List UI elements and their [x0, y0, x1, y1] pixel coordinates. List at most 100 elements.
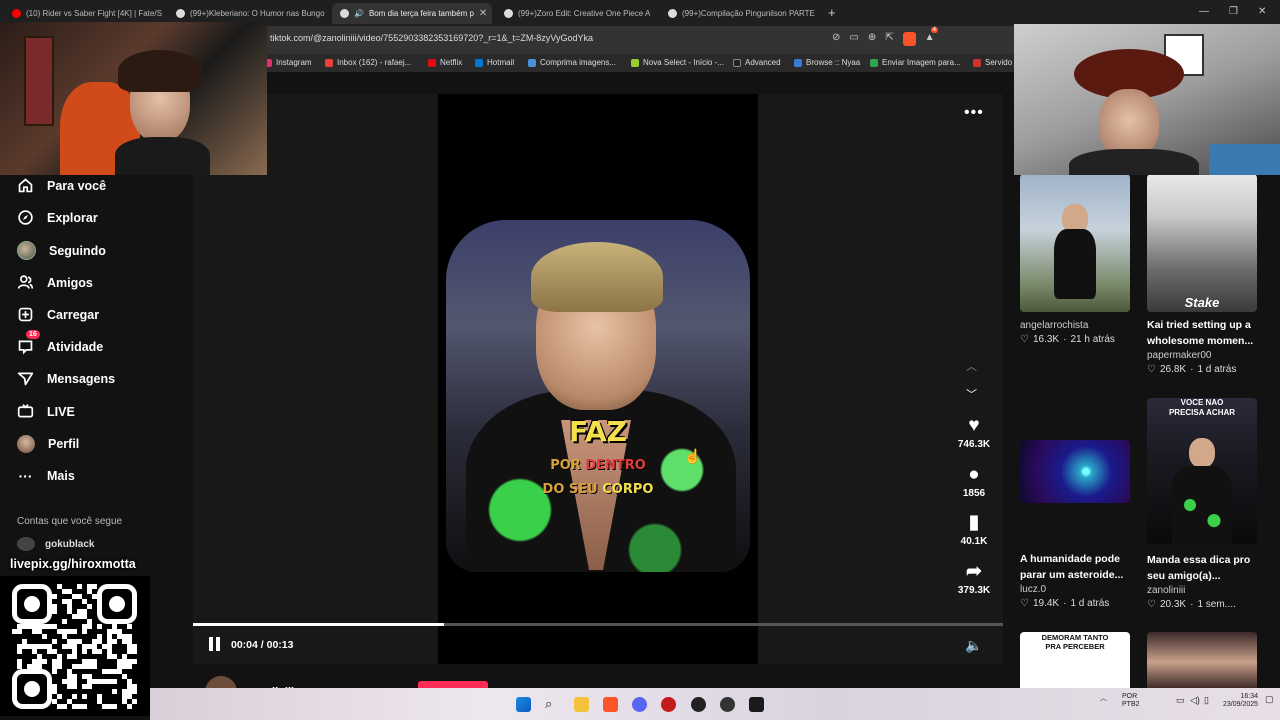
- video-frame[interactable]: FAZ POR DENTRO DO SEU CORPO: [446, 220, 750, 572]
- qr-module: [57, 654, 62, 659]
- browser-tab-active[interactable]: 🔊 Bom dia terça feira também p ✕: [332, 3, 492, 24]
- qr-module: [27, 644, 32, 649]
- sidebar-item-live[interactable]: LIVE: [17, 403, 75, 420]
- bookmark[interactable]: Servido: [973, 58, 1012, 67]
- suggested-video[interactable]: DEMORAM TANTO PRA PERCEBER: [1020, 632, 1130, 692]
- brave-shield-icon[interactable]: [902, 32, 916, 46]
- rewards-icon[interactable]: ▲ 4: [925, 27, 938, 46]
- volume-tray-icon[interactable]: ◁): [1190, 696, 1200, 705]
- notification-icon[interactable]: ▢: [1265, 695, 1274, 704]
- discord-icon[interactable]: [632, 697, 647, 712]
- sidebar-item-perfil[interactable]: Perfil: [17, 435, 79, 453]
- bookmark[interactable]: Advanced: [733, 58, 781, 67]
- new-tab-button[interactable]: +: [828, 5, 836, 20]
- language-indicator[interactable]: POR PTB2: [1122, 693, 1140, 709]
- sidebar-item-carregar[interactable]: Carregar: [17, 306, 99, 323]
- more-options-icon[interactable]: •••: [964, 104, 984, 122]
- sidebar-item-para-voce[interactable]: Para você: [17, 177, 106, 194]
- suggested-video-user: papermaker00: [1147, 350, 1212, 361]
- close-window-icon[interactable]: ✕: [1258, 6, 1266, 17]
- cast-icon[interactable]: ▭: [849, 32, 858, 46]
- compress-icon: [528, 58, 536, 67]
- qr-module: [62, 634, 67, 639]
- qr-module: [57, 694, 62, 699]
- volume-icon[interactable]: 🔈: [965, 637, 982, 654]
- browser-tab[interactable]: (99+)Kleberiano: O Humor nas Bungo: [168, 3, 332, 24]
- likes: 20.3K: [1159, 599, 1187, 610]
- comment-button[interactable]: ● 1856: [950, 464, 998, 499]
- sidebar-item-mais[interactable]: ··· Mais: [17, 467, 75, 484]
- bookmark[interactable]: Instagram: [264, 58, 312, 67]
- network-icon[interactable]: ▭: [1176, 696, 1185, 705]
- suggested-video[interactable]: [1147, 632, 1257, 692]
- qr-module: [122, 674, 127, 679]
- browser-tab[interactable]: (99+)Zoro Edit: Creative One Piece A: [496, 3, 660, 24]
- qr-module: [57, 659, 62, 664]
- qr-module: [92, 594, 97, 599]
- qr-module: [57, 584, 62, 589]
- bookmark[interactable]: Browse :: Nyaa: [794, 58, 860, 67]
- sidebar-item-amigos[interactable]: Amigos: [17, 274, 93, 291]
- bookmark[interactable]: Comprima imagens...: [528, 58, 616, 67]
- app-icon[interactable]: [720, 697, 735, 712]
- qr-module: [52, 649, 57, 654]
- qr-module: [117, 669, 122, 674]
- sidebar-item-atividade[interactable]: 16 Atividade: [17, 330, 103, 355]
- like-count: 746.3K: [957, 439, 991, 450]
- bookmark[interactable]: Netflix: [428, 58, 462, 67]
- browser-tab[interactable]: (99+)Compilação Pingunilson PARTE: [660, 3, 818, 24]
- sidebar-item-explorar[interactable]: Explorar: [17, 209, 98, 226]
- like-button[interactable]: ♥ 746.3K: [950, 415, 998, 450]
- bookmark[interactable]: Nova Select - Início -...: [631, 58, 724, 67]
- terminal-icon[interactable]: [749, 697, 764, 712]
- obs-icon[interactable]: [691, 697, 706, 712]
- share-button[interactable]: ➦ 379.3K: [950, 561, 998, 596]
- suggested-video[interactable]: A humanidade pode parar um asteroide... …: [1020, 440, 1130, 611]
- chevron-up-icon[interactable]: ︿: [966, 358, 977, 374]
- qr-module: [72, 649, 77, 654]
- qr-module: [112, 704, 117, 709]
- file-explorer-icon[interactable]: [574, 697, 589, 712]
- qr-module: [107, 679, 112, 684]
- bookmark-label: Advanced: [745, 58, 781, 67]
- restore-icon[interactable]: ❐: [1229, 6, 1238, 17]
- suggested-video[interactable]: angelarrochista ♡ 16.3K · 21 h atrás: [1020, 174, 1130, 347]
- bookmark[interactable]: Inbox (162) - rafaej...: [325, 58, 411, 67]
- media-icon[interactable]: ⊘: [832, 32, 840, 46]
- bookmark[interactable]: Enviar Imagem para...: [870, 58, 961, 67]
- sidebar-item-seguindo[interactable]: Seguindo: [17, 241, 106, 260]
- video-progress-bar[interactable]: [193, 623, 1003, 626]
- more-icon: ···: [18, 467, 33, 484]
- clock[interactable]: 16:34 23/09/2025: [1223, 693, 1258, 709]
- brave-browser-icon[interactable]: [603, 697, 618, 712]
- media-player-icon[interactable]: [661, 697, 676, 712]
- save-button[interactable]: ▮ 40.1K: [950, 512, 998, 547]
- share-icon[interactable]: ⇱: [885, 32, 893, 46]
- qr-module: [97, 634, 102, 639]
- url-field[interactable]: tiktok.com/@zanoliniii/video/75529033823…: [270, 33, 593, 43]
- tab-title: Bom dia terça feira também p: [368, 9, 474, 18]
- zoom-icon[interactable]: ⊕: [868, 32, 876, 46]
- qr-module: [52, 664, 57, 669]
- close-tab-icon[interactable]: ✕: [479, 8, 487, 19]
- chevron-down-icon[interactable]: ﹀: [966, 386, 977, 402]
- sidebar-item-mensagens[interactable]: Mensagens: [17, 370, 115, 387]
- following-account[interactable]: gokublack: [17, 537, 94, 551]
- browser-tab[interactable]: (10) Rider vs Saber Fight [4K] | Fate/S: [4, 3, 168, 24]
- minimize-icon[interactable]: —: [1199, 6, 1209, 17]
- qr-module: [72, 664, 77, 669]
- windows-start-icon[interactable]: [516, 697, 531, 712]
- search-icon[interactable]: ⌕: [545, 697, 560, 712]
- tab-title: (99+)Kleberiano: O Humor nas Bungo: [190, 9, 325, 18]
- suggested-video[interactable]: VOCE NAO PRECISA ACHAR Manda essa dica p…: [1147, 398, 1257, 612]
- qr-finder-dot: [109, 596, 125, 612]
- battery-icon[interactable]: ▯: [1204, 696, 1209, 705]
- tray-chevron-icon[interactable]: ︿: [1100, 695, 1107, 703]
- heart-outline-icon: ♡: [1147, 599, 1156, 610]
- pause-button[interactable]: [209, 637, 223, 651]
- suggested-video-title: Manda essa dica pro seu amigo(a)...: [1147, 554, 1251, 582]
- qr-module: [57, 704, 62, 709]
- bookmark[interactable]: Hotmail: [475, 58, 514, 67]
- bookmark-label: Netflix: [440, 58, 463, 67]
- suggested-video[interactable]: Stake Kai tried setting up a wholesome m…: [1147, 174, 1257, 377]
